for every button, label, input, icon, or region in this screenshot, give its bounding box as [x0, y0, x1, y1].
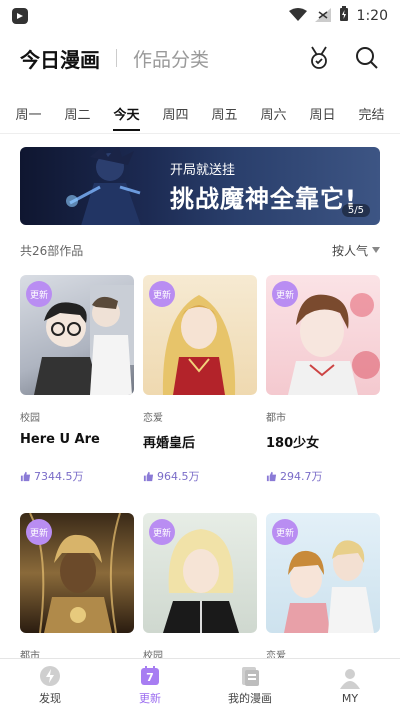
- nav-updates[interactable]: 7 更新: [100, 659, 200, 712]
- tab-today[interactable]: 今天: [113, 94, 140, 133]
- nav-my-comics[interactable]: 我的漫画: [200, 659, 300, 712]
- discover-icon: [39, 665, 61, 687]
- sort-label: 按人气: [331, 243, 368, 258]
- nav-profile[interactable]: MY: [300, 659, 400, 712]
- banner-character-art: [66, 147, 141, 225]
- banner-page-indicator: 5/5: [341, 204, 370, 217]
- comic-card[interactable]: 更新 恋爱 再婚皇后 964.5万: [143, 275, 257, 484]
- tab-monday[interactable]: 周一: [15, 94, 41, 133]
- nav-my-comics-label: 我的漫画: [228, 692, 272, 705]
- comic-card[interactable]: 更新 恋爱: [266, 513, 380, 662]
- comic-likes: 964.5万: [143, 468, 257, 484]
- comic-title: 180少女: [266, 436, 320, 451]
- comic-genre: 校园: [20, 413, 40, 424]
- works-count: 共26部作品: [20, 243, 84, 258]
- medal-icon[interactable]: [306, 45, 332, 71]
- comic-cover: 更新: [20, 513, 134, 633]
- update-badge: 更新: [26, 281, 52, 307]
- likes-count: 964.5万: [157, 470, 200, 483]
- day-tabs: 周一 周二 今天 周四 周五 周六 周日 完结: [0, 94, 400, 134]
- battery-icon: [339, 6, 349, 26]
- comic-card[interactable]: 更新 校园 Here U Are 7344.5万: [20, 275, 134, 484]
- comic-cover: 更新: [266, 513, 380, 633]
- promo-banner[interactable]: 开局就送挂 挑战魔神全靠它! 5/5: [20, 147, 380, 225]
- comic-title: Here U Are: [20, 432, 100, 447]
- app-header: 今日漫画 作品分类: [0, 34, 400, 82]
- app-notification-icon: [12, 8, 28, 24]
- tab-thursday[interactable]: 周四: [162, 94, 188, 133]
- comic-genre: 都市: [266, 413, 286, 424]
- thumbs-up-icon: [143, 471, 154, 481]
- update-badge: 更新: [272, 519, 298, 545]
- comic-title: 再婚皇后: [143, 436, 196, 451]
- banner-title: 挑战魔神全靠它!: [170, 185, 357, 213]
- tab-tuesday[interactable]: 周二: [64, 94, 90, 133]
- thumbs-up-icon: [266, 471, 277, 481]
- nav-discover[interactable]: 发现: [0, 659, 100, 712]
- comic-likes: 294.7万: [266, 468, 380, 484]
- search-icon[interactable]: [354, 45, 380, 71]
- tab-sunday[interactable]: 周日: [309, 94, 335, 133]
- bottom-navigation: 发现 7 更新 我的漫画 MY: [0, 658, 400, 712]
- header-divider: [116, 49, 117, 67]
- status-time: 1:20: [356, 8, 388, 24]
- tab-categories[interactable]: 作品分类: [133, 45, 209, 72]
- comic-cover: 更新: [266, 275, 380, 395]
- comic-card[interactable]: 更新 校园: [143, 513, 257, 662]
- comic-cover: 更新: [143, 513, 257, 633]
- tab-completed[interactable]: 完结: [358, 94, 384, 133]
- calendar-icon: 7: [139, 665, 161, 687]
- comic-cover: 更新: [20, 275, 134, 395]
- comic-likes: 7344.5万: [20, 468, 134, 484]
- filter-row: 共26部作品 按人气: [20, 240, 380, 260]
- update-badge: 更新: [149, 519, 175, 545]
- tab-today-comics[interactable]: 今日漫画: [20, 44, 100, 73]
- thumbs-up-icon: [20, 471, 31, 481]
- profile-icon: [339, 667, 361, 689]
- nav-updates-label: 更新: [139, 692, 161, 705]
- nav-discover-label: 发现: [39, 692, 61, 705]
- signal-icon: [314, 7, 331, 26]
- nav-profile-label: MY: [341, 691, 359, 705]
- wifi-icon: [288, 7, 307, 26]
- banner-subtitle: 开局就送挂: [170, 163, 236, 178]
- comic-genre: 恋爱: [143, 413, 163, 424]
- my-comics-icon: [239, 665, 261, 687]
- comic-cover: 更新: [143, 275, 257, 395]
- likes-count: 294.7万: [280, 470, 323, 483]
- comic-card[interactable]: 更新 都市: [20, 513, 134, 662]
- tab-friday[interactable]: 周五: [211, 94, 237, 133]
- update-badge: 更新: [26, 519, 52, 545]
- status-bar: 1:20: [0, 0, 400, 32]
- update-badge: 更新: [272, 281, 298, 307]
- likes-count: 7344.5万: [34, 470, 84, 483]
- comic-card[interactable]: 更新 都市 180少女 294.7万: [266, 275, 380, 484]
- sort-dropdown[interactable]: 按人气: [332, 242, 380, 259]
- caret-down-icon: [372, 247, 380, 253]
- calendar-day-number: 7: [146, 671, 154, 684]
- tab-saturday[interactable]: 周六: [260, 94, 286, 133]
- update-badge: 更新: [149, 281, 175, 307]
